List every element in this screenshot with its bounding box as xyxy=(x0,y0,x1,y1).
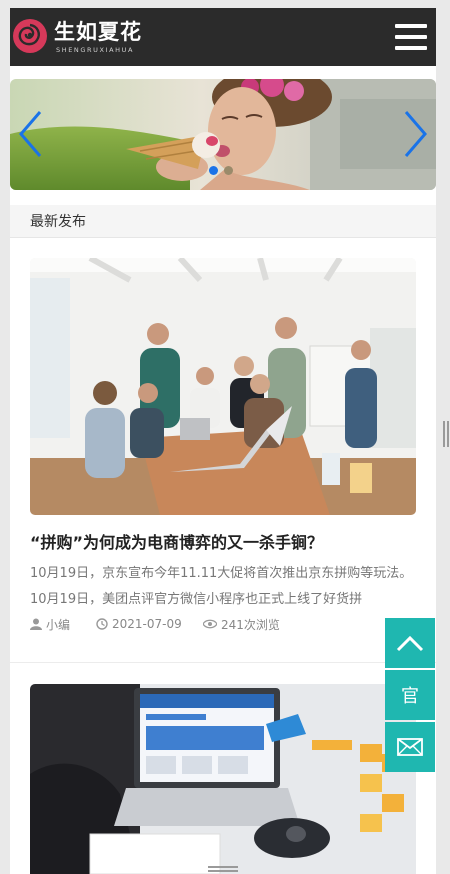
article-divider xyxy=(10,662,436,663)
article-thumbnail-2[interactable] xyxy=(30,684,416,874)
official-button[interactable]: 官 xyxy=(385,670,435,720)
rose-logo-icon[interactable] xyxy=(12,18,48,54)
clock-icon xyxy=(96,618,108,630)
back-to-top-button[interactable] xyxy=(385,618,435,668)
hamburger-menu-icon[interactable] xyxy=(395,24,427,50)
carousel-dot[interactable] xyxy=(224,166,233,175)
user-icon xyxy=(30,618,42,630)
logo-subtitle: SHENGRUXIAHUA xyxy=(56,46,135,54)
date-text: 2021-07-09 xyxy=(112,617,182,631)
article-title[interactable]: “拼购”为何成为电商博弈的又一杀手锏？ xyxy=(30,532,416,554)
article-date: 2021-07-09 xyxy=(96,615,182,633)
banner-carousel[interactable] xyxy=(10,79,436,190)
chevron-up-icon xyxy=(396,635,424,652)
chevron-right-icon[interactable] xyxy=(400,109,430,159)
vertical-resize-handle[interactable] xyxy=(443,421,450,447)
horizontal-resize-handle[interactable] xyxy=(208,866,238,874)
banner-image xyxy=(10,79,436,190)
chevron-left-icon[interactable] xyxy=(16,109,46,159)
section-title: 最新发布 xyxy=(30,214,86,230)
article-author: 小编 xyxy=(30,615,70,633)
mail-icon xyxy=(397,738,423,756)
page-frame: 生如夏花 SHENGRUXIAHUA 最新发布 “拼购”为何成为电商博弈的又一杀… xyxy=(10,8,436,874)
article-views: 241次浏览 xyxy=(203,615,280,633)
site-header: 生如夏花 SHENGRUXIAHUA xyxy=(10,8,436,66)
eye-icon xyxy=(203,619,217,629)
section-header: 最新发布 xyxy=(10,205,436,238)
views-text: 241次浏览 xyxy=(221,617,280,632)
mail-button[interactable] xyxy=(385,722,435,772)
logo-title[interactable]: 生如夏花 xyxy=(54,20,142,44)
article-summary: 10月19日，京东宣布今年11.11大促将首次推出京东拼购等玩法。10月19日，… xyxy=(30,566,413,607)
author-name: 小编 xyxy=(46,617,71,632)
article-thumbnail[interactable] xyxy=(30,258,416,515)
carousel-dot-active[interactable] xyxy=(209,166,218,175)
